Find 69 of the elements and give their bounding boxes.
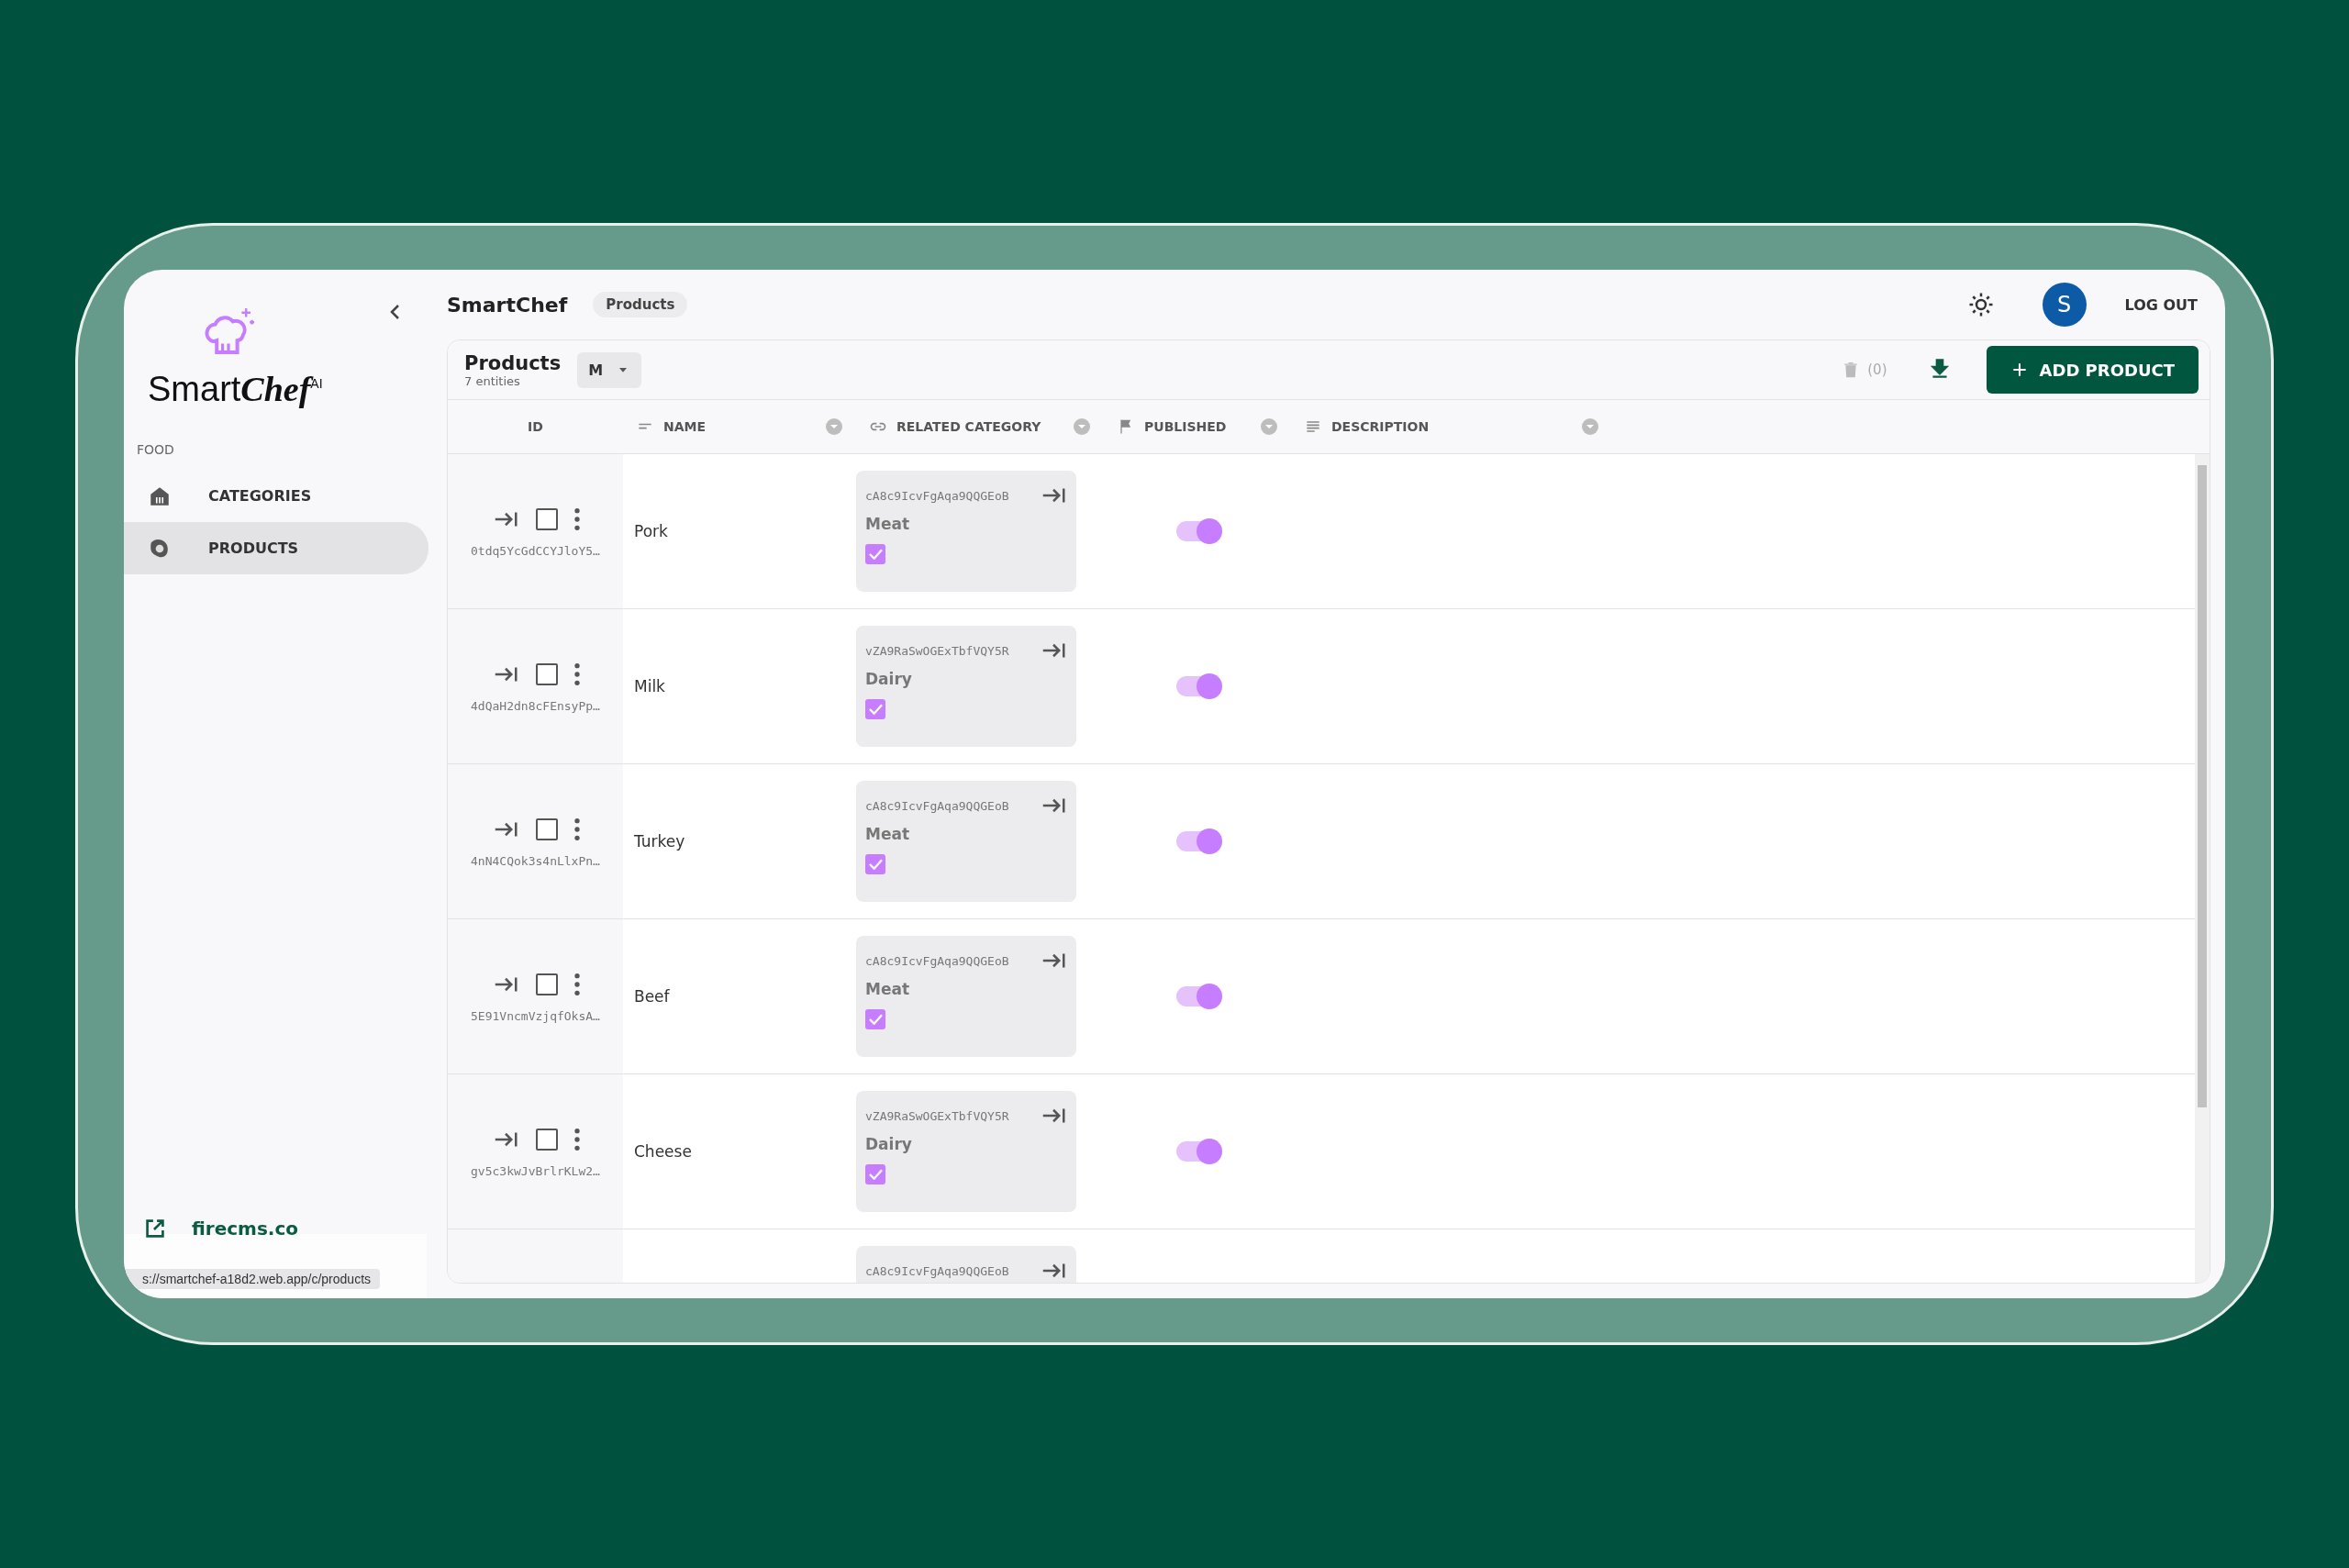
more-icon (573, 1128, 580, 1151)
sidebar-item-label: CATEGORIES (208, 487, 312, 505)
entity-id: 5E91VncmVzjqfOksA… (471, 1008, 600, 1023)
check-icon (868, 859, 883, 870)
entity-id: 0tdq5YcGdCCYJloY5… (471, 543, 600, 558)
app-logo: SmartChef$^{AI}$ (148, 369, 323, 409)
check-icon (868, 704, 883, 715)
table-cell: Turkey (634, 832, 685, 851)
reference-id: cA8c9IcvFgAqa9QQGEoB (865, 488, 1009, 503)
row-checkbox[interactable] (535, 817, 558, 840)
column-menu-icon[interactable] (1073, 417, 1091, 436)
reference-id: cA8c9IcvFgAqa9QQGEoB (865, 953, 1009, 968)
check-icon (868, 549, 883, 560)
size-dropdown[interactable]: M (577, 351, 642, 388)
column-header: NAME (663, 419, 707, 434)
sidebar-item-label: PRODUCTS (208, 539, 299, 557)
more-icon (573, 973, 580, 995)
entity-count: 7 entities (464, 373, 521, 388)
scrollbar[interactable] (2195, 454, 2210, 1283)
breadcrumb-chip[interactable]: Products (593, 292, 688, 317)
reference-card[interactable]: cA8c9IcvFgAqa9QQGEoB (856, 1246, 1076, 1283)
table-cell: Milk (634, 677, 665, 695)
reference-id: vZA9RaSwOGExTbfVQY5R (865, 643, 1009, 658)
collection-title: Products (464, 351, 562, 374)
reference-name: Dairy (865, 670, 913, 688)
check-icon (868, 1014, 883, 1025)
column-menu-icon[interactable] (1581, 417, 1599, 436)
column-header: RELATED CATEGORY (896, 419, 1041, 434)
reference-name: Meat (865, 825, 911, 843)
table-cell: Pork (634, 522, 668, 540)
check-icon (868, 1169, 883, 1180)
add-product-button[interactable]: ADD PRODUCT (1986, 346, 2199, 394)
url-tooltip: s://smartchef-a18d2.web.app/c/products (124, 1269, 381, 1289)
reference-card[interactable]: cA8c9IcvFgAqa9QQGEoB Meat (856, 471, 1076, 592)
reference-card[interactable]: cA8c9IcvFgAqa9QQGEoB Meat (856, 936, 1076, 1057)
entity-id: 4nN4CQok3s4nLlxPn… (471, 853, 600, 868)
logout-button[interactable]: LOG OUT (2111, 288, 2210, 321)
sidebar-item[interactable]: PRODUCTS (124, 522, 429, 574)
reference-name: Meat (865, 980, 911, 998)
group-label: FOOD (137, 442, 175, 457)
column-menu-icon[interactable] (1260, 417, 1278, 436)
reference-name: Meat (865, 515, 911, 533)
sidebar-item[interactable]: CATEGORIES (124, 470, 429, 522)
external-link-icon (146, 1219, 164, 1238)
column-header: PUBLISHED (1144, 419, 1227, 434)
reference-id: cA8c9IcvFgAqa9QQGEoB (865, 1263, 1009, 1278)
reference-card[interactable]: vZA9RaSwOGExTbfVQY5R Dairy (856, 1091, 1076, 1212)
reference-id: cA8c9IcvFgAqa9QQGEoB (865, 798, 1009, 813)
column-header: ID (528, 419, 543, 434)
column-menu-icon[interactable] (825, 417, 843, 436)
row-checkbox[interactable] (535, 973, 558, 995)
more-icon (573, 507, 580, 530)
app-title: SmartChef (447, 293, 568, 317)
user-avatar[interactable]: S (2042, 283, 2087, 327)
column-header: DESCRIPTION (1331, 419, 1430, 434)
table-cell: Cheese (634, 1142, 692, 1161)
reference-id: vZA9RaSwOGExTbfVQY5R (865, 1108, 1009, 1123)
entity-id: gv5c3kwJvBrlrKLw2… (471, 1163, 600, 1178)
entity-id: 4dQaH2dn8cFEnsyPp… (471, 698, 600, 713)
reference-name: Dairy (865, 1135, 913, 1153)
more-icon (573, 662, 580, 685)
row-checkbox[interactable] (535, 1128, 558, 1151)
more-icon (573, 817, 580, 840)
table-cell: Beef (634, 987, 670, 1006)
row-checkbox[interactable] (535, 662, 558, 685)
reference-card[interactable]: vZA9RaSwOGExTbfVQY5R Dairy (856, 626, 1076, 747)
footer-link[interactable]: firecms.co (192, 1218, 299, 1240)
row-checkbox[interactable] (535, 507, 558, 530)
reference-card[interactable]: cA8c9IcvFgAqa9QQGEoB Meat (856, 781, 1076, 902)
